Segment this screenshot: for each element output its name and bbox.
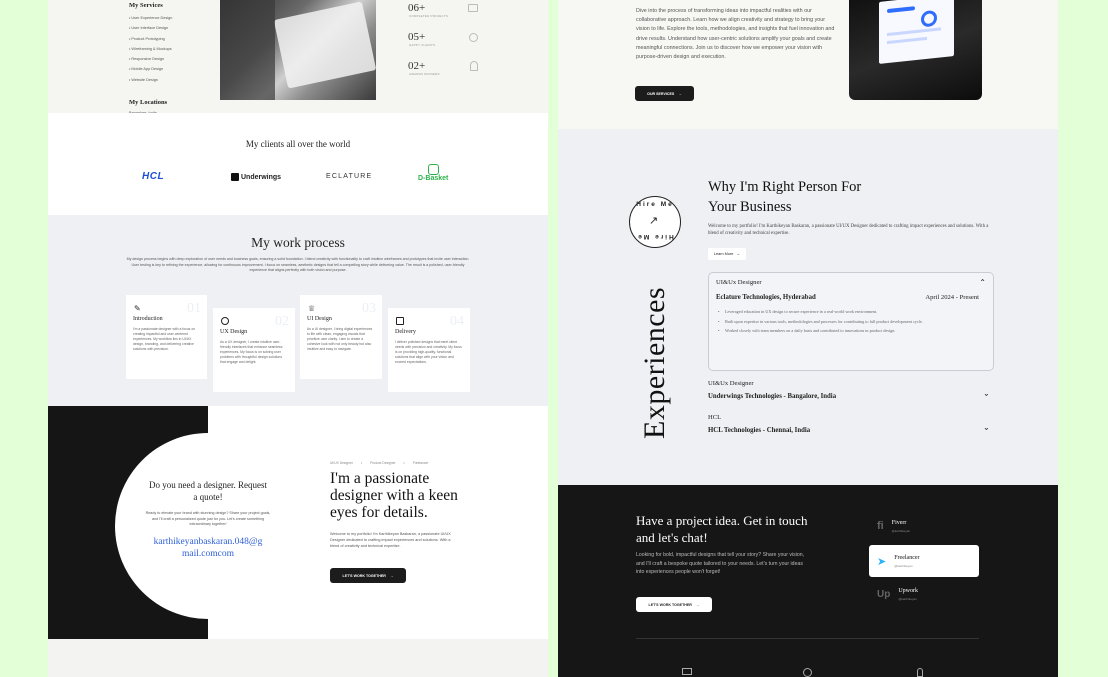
exp-date: April 2024 - Present <box>925 294 979 301</box>
pen-icon: ✎ <box>134 304 141 313</box>
process-section: My work process My design process begins… <box>48 215 548 406</box>
laptop-image <box>849 0 982 100</box>
client-logo-dbasket: D-Basket <box>418 164 448 182</box>
quote-circle: Do you need a designer. Request a quote!… <box>115 433 301 619</box>
stats-block: 06+ COMPLETED PROJECTS 05+ HAPPY CLIENTS… <box>408 2 478 76</box>
role-tags: UI/UX Designer • Product Designer • Freela… <box>330 461 429 465</box>
contact-heading: Have a project idea. Get in touch and le… <box>636 513 808 545</box>
award-icon <box>470 61 478 71</box>
contact-section: Have a project idea. Get in touch and le… <box>558 485 1058 677</box>
clients-section: My clients all over the world HCL Underw… <box>48 113 548 215</box>
about-text: Dive into the process of transforming id… <box>636 8 835 61</box>
stat-projects: 06+ <box>408 2 478 14</box>
passion-text: Welcome to my portfolio! I'm Karthikeyan… <box>330 532 451 548</box>
stat-awards: 02+ <box>408 60 478 72</box>
clients-title: My clients all over the world <box>245 139 351 149</box>
designer-photo <box>220 0 376 100</box>
quote-text: Ready to elevate your brand with stunnin… <box>145 511 271 526</box>
mail-icon <box>682 668 692 675</box>
box-icon <box>396 317 404 325</box>
why-section: Hire Me Hire Me ↗ Why I'm Right Person F… <box>558 129 1058 485</box>
platform-fiverr[interactable]: fi Fiverr @karthikeyan <box>869 510 979 542</box>
location-pin-icon <box>917 668 923 677</box>
exp-company: Eclature Technologies, Hyderabad <box>716 294 816 301</box>
user-icon <box>221 317 229 325</box>
email-link[interactable]: karthikeyanbaskaran.048@gmail.comcom <box>151 536 266 560</box>
fiverr-icon: fi <box>877 520 884 532</box>
arrow-right-icon: → <box>389 573 394 578</box>
exp-role: UI&Ux Designer <box>716 279 762 286</box>
experience-item-hcl[interactable]: HCL HCL Technologies - Chennai, India ⌃ <box>708 414 994 444</box>
experience-card-expanded[interactable]: UI&Ux Designer ⌃ Eclature Technologies, … <box>708 272 994 371</box>
our-services-button[interactable]: OUR SERVICES → <box>635 86 694 101</box>
client-logo-underwings: Underwings <box>231 173 281 181</box>
right-page-preview: Dive into the process of transforming id… <box>558 0 1058 677</box>
globe-icon <box>803 668 812 677</box>
client-logo-eclature: ECLATURE <box>326 173 373 180</box>
experience-item-underwings[interactable]: UI&Ux Designer Underwings Technologies -… <box>708 380 994 410</box>
arrow-right-icon: → <box>736 252 741 256</box>
hire-me-badge[interactable]: Hire Me Hire Me ↗ <box>629 196 681 248</box>
quote-title: Do you need a designer. Request a quote! <box>149 480 267 502</box>
learn-more-button[interactable]: Learn More → <box>708 248 746 260</box>
process-card-introduction[interactable]: 01 ✎ Introduction I'm a passionate desig… <box>126 295 207 379</box>
freelancer-icon: ➤ <box>877 555 887 568</box>
divider <box>636 638 979 639</box>
left-page-preview: My Services • User Experience Design • U… <box>48 0 548 677</box>
smile-icon <box>469 32 478 42</box>
arrow-right-icon: → <box>678 91 682 96</box>
arrow-right-icon: → <box>695 602 700 607</box>
contact-text: Looking for bold, impactful designs that… <box>636 552 805 576</box>
process-card-ux[interactable]: 02 UX Design As a UX designer, I create … <box>213 308 295 392</box>
upwork-icon: Up <box>877 588 891 600</box>
experiences-title: Experiences <box>638 286 671 439</box>
stat-clients: 05+ <box>408 31 478 43</box>
passion-heading: I'm a passionate designer with a keen ey… <box>330 470 458 521</box>
platform-freelancer[interactable]: ➤ Freelancer @karthikeyan <box>869 545 979 577</box>
why-text: Welcome to my portfolio! I'm Karthikeyan… <box>708 224 989 237</box>
process-card-ui[interactable]: 03 ♕ UI Design As a UI designer, I bring… <box>300 295 382 379</box>
why-heading: Why I'm Right Person For Your Business <box>708 179 862 215</box>
platform-upwork[interactable]: Up Upwork @karthikeyan <box>869 578 979 610</box>
work-together-button[interactable]: LET'S WORK TOGETHER → <box>330 568 406 583</box>
contact-work-together-button[interactable]: LET'S WORK TOGETHER → <box>636 597 712 612</box>
locations-title: My Locations <box>129 99 168 107</box>
client-logo-hcl: HCL <box>142 171 165 182</box>
process-card-delivery[interactable]: 04 Delivery I deliver polished designs t… <box>388 308 470 392</box>
briefcase-icon <box>468 4 478 12</box>
chevron-up-icon[interactable]: ⌃ <box>979 278 986 287</box>
arrow-up-right-icon: ↗ <box>649 215 659 227</box>
chevron-down-icon[interactable]: ⌃ <box>983 422 990 431</box>
chevron-down-icon[interactable]: ⌃ <box>983 388 990 397</box>
process-title: My work process <box>251 235 345 250</box>
quote-section: Do you need a designer. Request a quote!… <box>48 406 548 639</box>
crown-icon: ♕ <box>308 304 316 313</box>
exp-bullets: Leveraged education in UX design to secu… <box>717 309 989 338</box>
process-description: My design process begins with deep explo… <box>126 257 470 273</box>
